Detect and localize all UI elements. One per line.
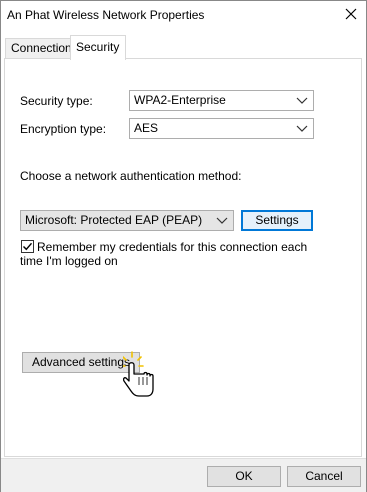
tab-security[interactable]: Security xyxy=(70,35,126,60)
dialog-footer: OK Cancel xyxy=(1,459,366,492)
cancel-button[interactable]: Cancel xyxy=(287,466,361,487)
remember-credentials-label-line1: Remember my credentials for this connect… xyxy=(37,240,308,254)
chevron-down-icon xyxy=(216,217,228,224)
ok-button[interactable]: OK xyxy=(207,466,281,487)
title-bar: An Phat Wireless Network Properties xyxy=(1,1,366,31)
security-type-select[interactable]: WPA2-Enterprise xyxy=(129,90,314,111)
security-type-value: WPA2-Enterprise xyxy=(134,93,226,107)
close-icon xyxy=(345,8,357,20)
auth-method-value: Microsoft: Protected EAP (PEAP) xyxy=(25,213,203,227)
settings-button[interactable]: Settings xyxy=(241,210,313,231)
encryption-type-value: AES xyxy=(134,121,159,135)
security-type-label: Security type: xyxy=(20,94,93,108)
encryption-type-select[interactable]: AES xyxy=(129,118,314,139)
encryption-type-label: Encryption type: xyxy=(20,122,107,136)
auth-method-label: Choose a network authentication method: xyxy=(20,169,242,183)
properties-dialog: An Phat Wireless Network Properties Conn… xyxy=(0,0,367,492)
checkmark-icon xyxy=(23,242,33,251)
tab-connection[interactable]: Connection xyxy=(5,38,72,59)
remember-credentials-checkbox[interactable] xyxy=(21,240,34,253)
chevron-down-icon xyxy=(296,125,308,132)
chevron-down-icon xyxy=(296,97,308,104)
window-title: An Phat Wireless Network Properties xyxy=(7,8,205,22)
remember-credentials-label-line2: time I'm logged on xyxy=(20,254,118,268)
auth-method-select[interactable]: Microsoft: Protected EAP (PEAP) xyxy=(20,210,234,231)
hand-pointer-icon xyxy=(123,351,154,397)
tab-strip: Connection Security xyxy=(3,35,363,60)
security-panel: Security type: WPA2-Enterprise Encryptio… xyxy=(4,58,362,457)
close-button[interactable] xyxy=(340,4,362,24)
